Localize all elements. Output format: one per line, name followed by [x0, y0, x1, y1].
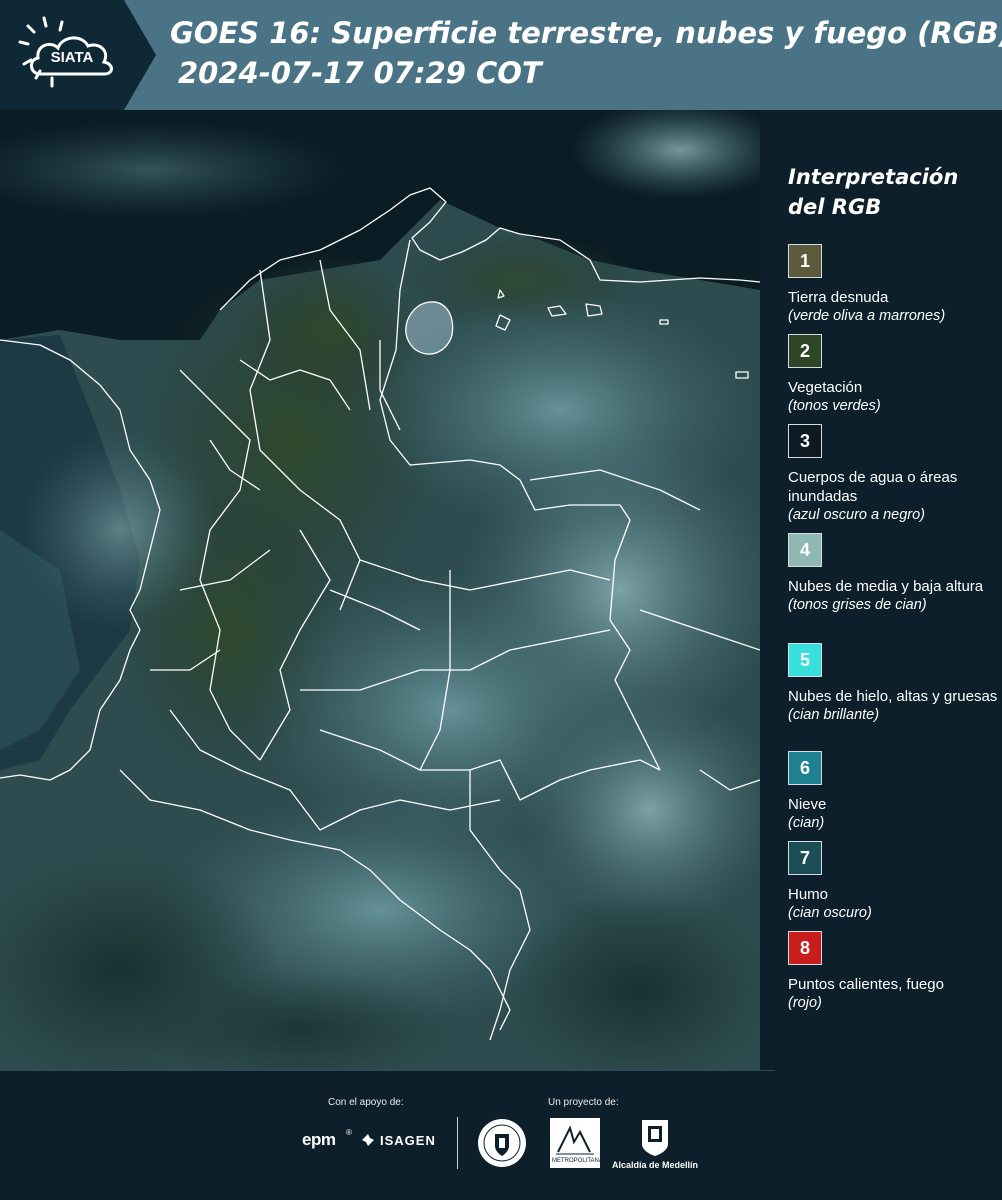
legend-swatch-6: 6: [788, 751, 822, 785]
legend-sub-8: (rojo): [788, 995, 822, 1011]
satellite-map[interactable]: [0, 110, 760, 1070]
legend-sub-3: (azul oscuro a negro): [788, 507, 926, 523]
logo-area: SIATA: [0, 0, 156, 110]
university-seal-icon: [478, 1119, 526, 1167]
page-timestamp: 2024-07-17 07:29 COT: [178, 56, 542, 90]
legend-sub-2: (tonos verdes): [788, 398, 881, 414]
isagen-symbol-icon: [362, 1134, 374, 1146]
area-metropolitana-name: METROPOLITANA: [552, 1158, 603, 1164]
project-label: Un proyecto de:: [548, 1097, 619, 1108]
legend-label-1: Tierra desnuda: [788, 289, 889, 306]
legend-label-7: Humo: [788, 886, 829, 903]
footer: Con el apoyo de: Un proyecto de: epm ® I…: [0, 1070, 1002, 1200]
legend-panel: Interpretación del RGB 1 Tierra desnuda …: [760, 110, 1002, 1070]
legend-item-6: 6 Nieve (cian): [788, 751, 998, 833]
registered-mark-icon: ®: [346, 1128, 352, 1137]
legend-swatch-5: 5: [788, 643, 822, 677]
legend-title-line2: del RGB: [788, 195, 882, 219]
footer-vertical-divider: [457, 1117, 458, 1169]
legend-item-3: 3 Cuerpos de agua o áreas inundadas (azu…: [788, 424, 998, 525]
page-title: GOES 16: Superficie terrestre, nubes y f…: [170, 16, 1002, 50]
legend-title: Interpretación del RGB: [788, 162, 958, 222]
legend-label-3: Cuerpos de agua o áreas inundadas: [788, 469, 958, 505]
alcaldia-shield-icon: [642, 1120, 668, 1156]
header: SIATA GOES 16: Superficie terrestre, nub…: [0, 0, 1002, 110]
map-image: [0, 110, 760, 1070]
legend-swatch-3: 3: [788, 424, 822, 458]
epm-logo: epm: [302, 1130, 336, 1149]
legend-swatch-2: 2: [788, 334, 822, 368]
legend-item-7: 7 Humo (cian oscuro): [788, 841, 998, 923]
svg-text:SIATA: SIATA: [51, 49, 94, 66]
support-label: Con el apoyo de:: [328, 1097, 404, 1108]
legend-swatch-7: 7: [788, 841, 822, 875]
legend-swatch-4: 4: [788, 533, 822, 567]
legend-swatch-1: 1: [788, 244, 822, 278]
legend-sub-4: (tonos grises de cian): [788, 597, 927, 613]
siata-logo-icon: SIATA: [0, 0, 156, 110]
legend-title-line1: Interpretación: [788, 165, 959, 189]
legend-item-4: 4 Nubes de media y baja altura (tonos gr…: [788, 533, 998, 615]
legend-sub-1: (verde oliva a marrones): [788, 308, 946, 324]
isagen-logo: ISAGEN: [380, 1133, 436, 1148]
legend-label-2: Vegetación: [788, 379, 863, 396]
legend-item-2: 2 Vegetación (tonos verdes): [788, 334, 998, 416]
legend-label-5: Nubes de hielo, altas y gruesas: [788, 688, 998, 705]
alcaldia-medellin-label: Alcaldía de Medellín: [612, 1160, 699, 1170]
legend-label-8: Puntos calientes, fuego: [788, 976, 944, 993]
footer-divider-line: [0, 1070, 775, 1071]
legend-sub-7: (cian oscuro): [788, 905, 872, 921]
legend-label-4: Nubes de media y baja altura: [788, 578, 984, 595]
legend-label-6: Nieve: [788, 796, 827, 813]
legend-item-5: 5 Nubes de hielo, altas y gruesas (cian …: [788, 643, 998, 725]
legend-item-8: 8 Puntos calientes, fuego (rojo): [788, 931, 998, 1013]
legend-swatch-8: 8: [788, 931, 822, 965]
legend-sub-6: (cian): [788, 815, 825, 831]
legend-sub-5: (cian brillante): [788, 707, 880, 723]
legend-item-1: 1 Tierra desnuda (verde oliva a marrones…: [788, 244, 998, 326]
